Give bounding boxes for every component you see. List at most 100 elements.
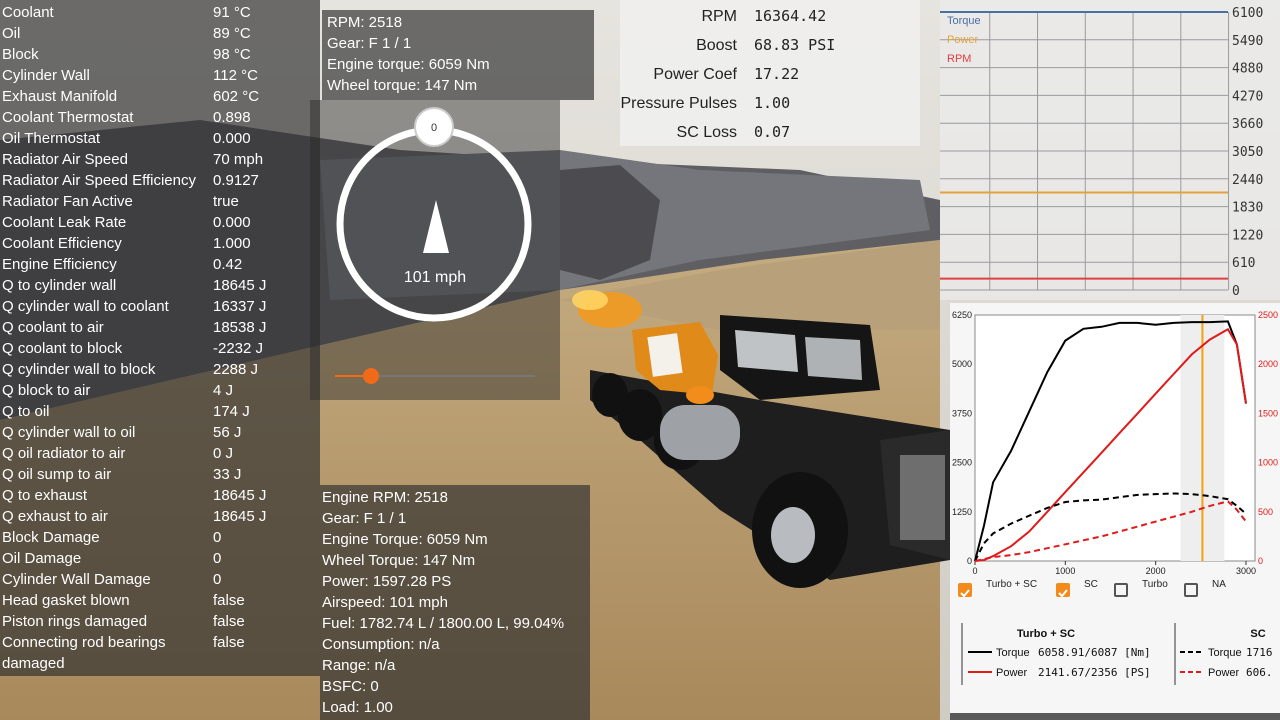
engine-info-line: Engine Torque: 6059 Nm	[322, 531, 488, 548]
dyno-y-right-tick: 500	[1258, 507, 1273, 517]
thermal-label: Q cylinder wall to block	[2, 361, 156, 378]
stat-value: 17.22	[754, 65, 800, 83]
dyno-y-right-tick: 2000	[1258, 359, 1278, 369]
thermal-label: Q block to air	[2, 382, 91, 399]
thermal-label: Radiator Air Speed Efficiency	[2, 172, 196, 189]
thermal-value: 0.9127	[213, 172, 259, 189]
thermal-value: 16337 J	[213, 298, 267, 315]
engine-info-line: Range: n/a	[322, 657, 396, 674]
thermal-label: Q coolant to air	[2, 319, 104, 336]
dyno-y-left-tick: 0	[967, 556, 972, 566]
thermal-label: Q exhaust to air	[2, 508, 108, 525]
thermal-value: 70 mph	[213, 151, 264, 168]
thermal-value: 2288 J	[213, 361, 259, 378]
thermal-label: Radiator Air Speed	[2, 151, 128, 168]
compass-arrow-icon	[423, 200, 449, 253]
thermal-label: Q coolant to block	[2, 340, 123, 357]
thermal-value: 1.000	[213, 235, 251, 252]
engine-info-line: Gear: F 1 / 1	[322, 510, 407, 527]
thermal-value: 56 J	[213, 424, 242, 441]
engine-info-line: BSFC: 0	[322, 678, 379, 695]
thermal-label: Radiator Fan Active	[2, 193, 133, 210]
graph-y-tick: 1830	[1232, 201, 1263, 216]
check-icon	[960, 589, 970, 598]
thermal-label: Q to exhaust	[2, 487, 88, 504]
thermal-label: Coolant Leak Rate	[2, 214, 127, 231]
thermal-label: Block Damage	[2, 529, 100, 546]
thermal-label: Q to cylinder wall	[2, 277, 117, 294]
thermal-value: 18645 J	[213, 277, 267, 294]
thermal-value: 0.898	[213, 109, 251, 126]
checkbox-label: Turbo	[1142, 579, 1168, 590]
thermal-value: 602 °C	[213, 88, 260, 105]
thermal-label: Q to oil	[2, 403, 50, 420]
graph-y-tick: 1220	[1232, 228, 1263, 243]
checkbox-na[interactable]	[1184, 583, 1198, 597]
thermal-value: true	[213, 193, 239, 210]
thermal-label: Coolant Efficiency	[2, 235, 122, 252]
thermal-label: Q oil sump to air	[2, 466, 112, 483]
legend-torque-value: 6058.91/6087 [Nm]	[1038, 646, 1151, 659]
dyno-y-right-tick: 1000	[1258, 458, 1278, 468]
thermal-value: 0.000	[213, 214, 251, 231]
thermal-label: Oil Thermostat	[2, 130, 101, 147]
stat-label: Boost	[696, 37, 737, 54]
speed-gauge: 0 101 mph	[335, 107, 535, 384]
engine-info-line: Fuel: 1782.74 L / 1800.00 L, 99.04%	[322, 615, 565, 632]
thermal-value: 18645 J	[213, 487, 267, 504]
thermal-label: Engine Efficiency	[2, 256, 117, 273]
checkbox-turbo-sc[interactable]	[958, 583, 972, 598]
thermal-label: Cylinder Wall	[2, 67, 90, 84]
thermal-label: Q cylinder wall to coolant	[2, 298, 169, 315]
thermal-label: Connecting rod bearings	[2, 634, 166, 651]
checkbox-sc[interactable]	[1056, 583, 1070, 598]
engine-info-panel: Engine RPM: 2518 Gear: F 1 / 1 Engine Torq…	[320, 485, 590, 720]
thermal-value: 0 J	[213, 445, 234, 462]
legend-group-sc: SC	[1250, 628, 1265, 640]
thermal-label: damaged	[2, 655, 65, 672]
engine-info-line: Power: 1597.28 PS	[322, 573, 452, 590]
dyno-x-tick: 3000	[1236, 566, 1256, 576]
dyno-y-left-tick: 5000	[952, 359, 972, 369]
graph-y-tick: 610	[1232, 256, 1255, 271]
dyno-y-left-tick: 2500	[952, 458, 972, 468]
dyno-x-tick: 0	[972, 566, 977, 576]
engine-info-line: Load: 1.00	[322, 699, 393, 716]
dyno-scrollbar[interactable]	[950, 713, 1280, 720]
graph-legend-torque: Torque	[947, 15, 981, 27]
dyno-y-left-tick: 1250	[952, 507, 972, 517]
legend-sc-torque-label: Torque	[1208, 647, 1242, 659]
slider-handle[interactable]	[363, 368, 379, 384]
thermal-label: Exhaust Manifold	[2, 88, 118, 105]
graph-y-tick: 3660	[1232, 117, 1263, 132]
thermal-label: Piston rings damaged	[2, 613, 148, 630]
graph-y-tick: 3050	[1232, 145, 1263, 160]
thermal-value: false	[213, 592, 245, 609]
live-graph: 6100 5490 4880 4270 3660 3050 2440 1830 1220 610 0…	[940, 0, 1280, 300]
thermal-label: Q oil radiator to air	[2, 445, 126, 462]
thermal-label: Oil	[2, 25, 21, 42]
graph-legend-power: Power	[947, 34, 979, 46]
thermal-value: 112 °C	[213, 67, 258, 84]
checkbox-label: Turbo + SC	[986, 579, 1038, 590]
thermal-label: Block	[2, 46, 39, 63]
legend-sc-power-value: 606.	[1246, 666, 1273, 679]
checkbox-label: SC	[1084, 579, 1098, 590]
checkbox-turbo[interactable]	[1114, 583, 1128, 597]
wheel-torque-readout: Wheel torque: 147 Nm	[327, 77, 478, 94]
forced-induction-stats: RPM 16364.42 Boost 68.83 PSI Power Coef 17.22…	[620, 0, 920, 146]
thermal-label: Coolant	[2, 4, 54, 21]
thermal-value: 98 °C	[213, 46, 251, 63]
thermal-value: 0.42	[213, 256, 243, 273]
graph-y-tick: 4270	[1232, 89, 1263, 104]
thermal-value: 89 °C	[213, 25, 251, 42]
legend-power-label: Power	[996, 667, 1028, 679]
thermal-value: 174 J	[213, 403, 250, 420]
stat-value: 16364.42	[754, 7, 827, 25]
graph-y-tick: 4880	[1232, 62, 1263, 77]
rpm-readout: RPM: 2518	[327, 14, 403, 31]
dyno-x-tick: 2000	[1146, 566, 1166, 576]
checkbox-label: NA	[1212, 579, 1226, 590]
stat-label: Pressure Pulses	[620, 95, 738, 112]
thermal-value: 18538 J	[213, 319, 267, 336]
